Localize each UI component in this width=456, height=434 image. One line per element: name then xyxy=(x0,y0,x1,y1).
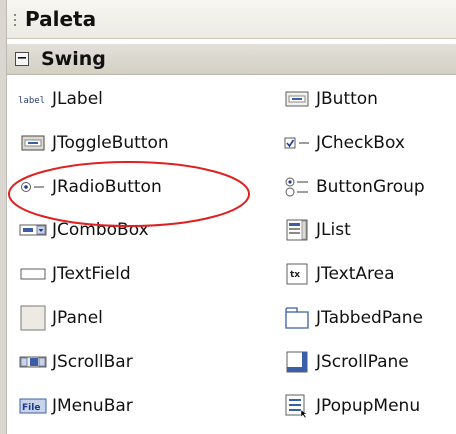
collapse-icon[interactable]: − xyxy=(15,52,29,66)
palette-item-jbutton[interactable]: JButton xyxy=(278,81,378,117)
palette-item-jtextarea[interactable]: tx JTextArea xyxy=(278,256,395,292)
jscrollbar-icon xyxy=(14,349,52,375)
category-header-swing[interactable]: − Swing xyxy=(7,44,456,75)
jlabel-label: JLabel xyxy=(52,89,103,109)
jlist-icon xyxy=(278,217,316,243)
palette-item-buttongroup[interactable]: ButtonGroup xyxy=(278,169,425,205)
jpopupmenu-label: JPopupMenu xyxy=(316,396,421,416)
jtextarea-icon: tx xyxy=(278,261,316,287)
palette-left-border xyxy=(0,0,7,434)
palette-item-jmenubar[interactable]: File JMenuBar xyxy=(14,388,133,424)
palette-item-jcheckbox[interactable]: JCheckBox xyxy=(278,125,405,161)
category-label: Swing xyxy=(41,48,106,70)
svg-text:tx: tx xyxy=(290,270,300,280)
buttongroup-label: ButtonGroup xyxy=(316,177,425,197)
palette-item-jscrollpane[interactable]: JScrollPane xyxy=(278,344,409,380)
jcombobox-label: JComboBox xyxy=(52,220,149,240)
buttongroup-icon xyxy=(278,174,316,200)
jtextfield-label: JTextField xyxy=(52,264,131,284)
svg-text:File: File xyxy=(22,403,40,413)
palette-item-jtextfield[interactable]: JTextField xyxy=(14,256,131,292)
jpanel-label: JPanel xyxy=(52,308,103,328)
palette-item-jradiobutton[interactable]: JRadioButton xyxy=(14,169,162,205)
jscrollpane-icon xyxy=(278,349,316,375)
jtabbedpane-icon xyxy=(278,305,316,331)
jtabbedpane-label: JTabbedPane xyxy=(316,308,423,328)
svg-text:label: label xyxy=(18,96,45,106)
jradiobutton-label: JRadioButton xyxy=(52,177,162,197)
palette-item-jlabel[interactable]: label JLabel xyxy=(14,81,103,117)
jradiobutton-icon xyxy=(14,174,52,200)
jpopupmenu-icon xyxy=(278,393,316,419)
jtextarea-label: JTextArea xyxy=(316,264,395,284)
jscrollbar-label: JScrollBar xyxy=(52,352,133,372)
palette-item-jcombobox[interactable]: JComboBox xyxy=(14,212,149,248)
palette-item-jpanel[interactable]: JPanel xyxy=(14,300,103,336)
palette-title: Paleta xyxy=(25,7,97,31)
jtogglebutton-label: JToggleButton xyxy=(52,133,169,153)
jmenubar-label: JMenuBar xyxy=(52,396,133,416)
palette-item-jtogglebutton[interactable]: JToggleButton xyxy=(14,125,169,161)
jscrollpane-label: JScrollPane xyxy=(316,352,409,372)
palette-item-jscrollbar[interactable]: JScrollBar xyxy=(14,344,133,380)
palette-item-jpopupmenu[interactable]: JPopupMenu xyxy=(278,388,420,424)
jcombobox-icon xyxy=(14,217,52,243)
jcheckbox-icon xyxy=(278,130,316,156)
jbutton-label: JButton xyxy=(316,89,378,109)
jtogglebutton-icon xyxy=(14,130,52,156)
palette-window: Paleta − Swing label JLabel JButton JTog… xyxy=(0,0,456,434)
jpanel-icon xyxy=(14,305,52,331)
jtextfield-icon xyxy=(14,261,52,287)
drag-grip-icon[interactable] xyxy=(14,14,17,30)
jlabel-icon: label xyxy=(14,86,52,112)
palette-titlebar[interactable]: Paleta xyxy=(7,0,456,39)
palette-item-jlist[interactable]: JList xyxy=(278,212,351,248)
jlist-label: JList xyxy=(316,220,351,240)
jbutton-icon xyxy=(278,86,316,112)
jmenubar-icon: File xyxy=(14,393,52,419)
jcheckbox-label: JCheckBox xyxy=(316,133,405,153)
palette-item-jtabbedpane[interactable]: JTabbedPane xyxy=(278,300,423,336)
